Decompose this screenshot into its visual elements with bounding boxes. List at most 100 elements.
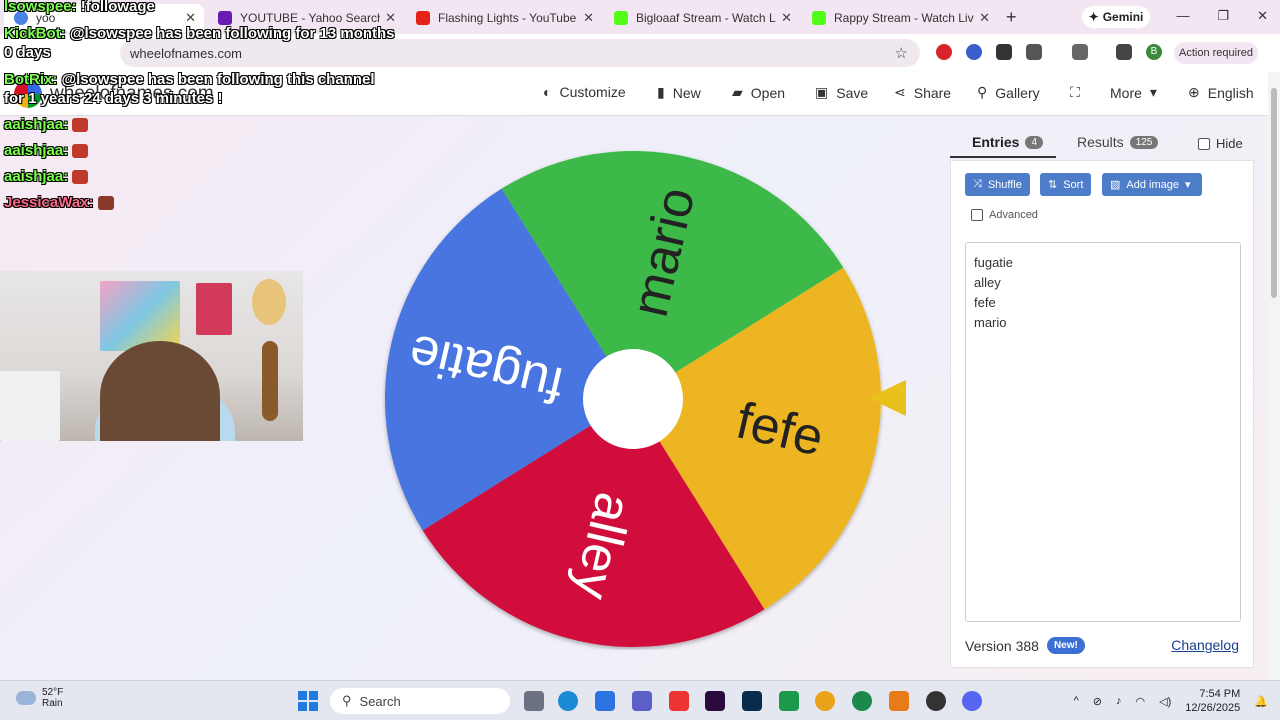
copilot-icon[interactable] [595,691,615,711]
wifi-icon[interactable]: ◠ [1136,695,1146,708]
profile-avatar[interactable]: B [1146,44,1162,60]
chevron-down-icon: ▾ [1149,84,1157,100]
tab-results[interactable]: Results 125 [1077,134,1159,150]
emote-icon [72,118,89,133]
new-tab-button[interactable]: + [1006,7,1017,28]
tab-entries[interactable]: Entries 4 [972,134,1044,150]
edge-icon[interactable] [558,691,578,711]
close-icon[interactable]: ✕ [583,10,594,26]
page-scrollbar[interactable] [1268,72,1280,680]
action-required-button[interactable]: Action required [1174,42,1258,64]
weather-temp: 52°F [42,687,64,698]
wheel-center[interactable] [583,349,683,449]
start-button[interactable] [298,691,318,711]
puzzle-icon[interactable] [1026,44,1042,60]
tab-label: Results [1077,134,1124,150]
search-icon: ⚲ [342,693,352,708]
gallery-button[interactable]: ⚲ Gallery [977,84,1040,101]
app-icon[interactable] [669,691,689,711]
close-icon[interactable]: ✕ [781,10,792,26]
wheel[interactable]: mario fefe alley fugatie [382,148,884,650]
browser-tab[interactable]: Flashing Lights - YouTube ✕ [406,4,602,32]
tab-title: Rappy Stream - Watch Live on [834,11,974,25]
chat-message: JessicaWax: [4,194,114,211]
sparkle-icon: ✦ [1088,10,1099,24]
customize-button[interactable]: ◐ Customize [543,84,626,100]
emote-icon [72,144,89,159]
globe-icon: ⊕ [1188,84,1200,100]
fullscreen-button[interactable]: ⛶ [1070,84,1080,101]
tab-label: Entries [972,134,1020,150]
app-icon[interactable] [779,691,799,711]
chrome-active-icon[interactable] [852,691,872,711]
volume-icon[interactable]: ◁) [1159,695,1171,708]
close-icon[interactable]: ✕ [979,10,990,26]
new-badge: New! [1046,637,1085,654]
teams-icon[interactable] [632,691,652,711]
chat-text: !followage [80,0,155,15]
chrome-icon[interactable] [815,691,835,711]
browser-tab[interactable]: Rappy Stream - Watch Live on ✕ [802,4,998,32]
webcam-feed [0,271,303,441]
clock[interactable]: 7:54 PM 12/26/2025 [1185,687,1240,715]
system-tray: ^ ⊘ ♪ ◠ ◁) 7:54 PM 12/26/2025 🔔 [1074,687,1268,715]
media-icon[interactable] [1116,44,1132,60]
open-button[interactable]: ▰ Open [732,84,785,101]
person [100,341,220,441]
tab-title: YOUTUBE - Yahoo Search Results [240,11,380,25]
notification-bell-icon[interactable]: 🔔 [1254,695,1268,708]
gemini-button[interactable]: ✦ Gemini [1082,6,1150,28]
nav-label: Share [913,84,952,101]
browser-tab[interactable]: Bigloaaf Stream - Watch Live on ✕ [604,4,800,32]
premiere-icon[interactable] [705,691,725,711]
new-button[interactable]: ▮ New [657,84,701,101]
bookmark-star-icon[interactable]: ☆ [895,44,908,62]
sort-button[interactable]: ⇅ Sort [1040,173,1092,196]
tab-search-icon[interactable] [1072,44,1088,60]
add-image-button[interactable]: ▧ Add image ▾ [1102,173,1202,196]
changelog-link[interactable]: Changelog [1171,637,1239,653]
chat-user: lsowspee: [4,0,77,15]
advanced-checkbox[interactable] [971,209,983,221]
extension-icon[interactable] [996,44,1012,60]
minimize-icon[interactable]: — [1176,8,1189,24]
shuffle-button[interactable]: ⤨ Shuffle [965,173,1030,196]
restore-icon[interactable]: ❐ [1217,8,1229,24]
advanced-toggle[interactable]: Advanced [971,209,1038,221]
hide-label: Hide [1216,136,1243,151]
palette-icon: ◐ [543,84,552,100]
scrollbar-thumb[interactable] [1271,88,1277,298]
chevron-up-icon[interactable]: ^ [1074,695,1079,707]
entries-textarea[interactable]: fugatie alley fefe mario [965,242,1241,622]
results-count-badge: 125 [1129,135,1159,149]
advanced-label: Advanced [989,209,1038,221]
wheel-svg[interactable]: mariofefealleyfugatie [382,148,884,650]
close-window-icon[interactable]: ✕ [1257,8,1268,24]
extension-icon[interactable] [966,44,982,60]
language-button[interactable]: ⊕ English [1188,84,1254,101]
entries-body: ⤨ Shuffle ⇅ Sort ▧ Add image ▾ Advanced … [950,160,1254,668]
extension-icon[interactable] [936,44,952,60]
share-button[interactable]: ⋖ Share [894,84,951,101]
more-button[interactable]: More ▾ [1110,84,1157,101]
photoshop-icon[interactable] [742,691,762,711]
app-icon[interactable] [889,691,909,711]
emote-icon [72,170,89,185]
kick-icon [614,11,628,25]
network-off-icon[interactable]: ⊘ [1093,695,1102,708]
hide-toggle[interactable]: Hide [1198,136,1243,151]
entry-line: fefe [974,295,996,310]
entries-panel: Entries 4 Results 125 Hide ⤨ Shuffle ⇅ S… [950,124,1254,668]
nav-label: New [672,84,701,101]
weather-widget[interactable]: 52°F Rain [16,687,63,709]
desk [0,371,60,441]
tab-title: Bigloaaf Stream - Watch Live on [636,11,776,25]
mic-icon[interactable]: ♪ [1116,695,1122,707]
hide-checkbox[interactable] [1198,137,1210,150]
save-button[interactable]: ▣ Save [815,84,868,101]
window-controls: — ❐ ✕ [1176,8,1268,24]
discord-icon[interactable] [962,691,982,711]
task-view-icon[interactable] [524,691,544,711]
taskbar-search[interactable]: ⚲ Search [330,688,510,714]
obs-icon[interactable] [926,691,946,711]
